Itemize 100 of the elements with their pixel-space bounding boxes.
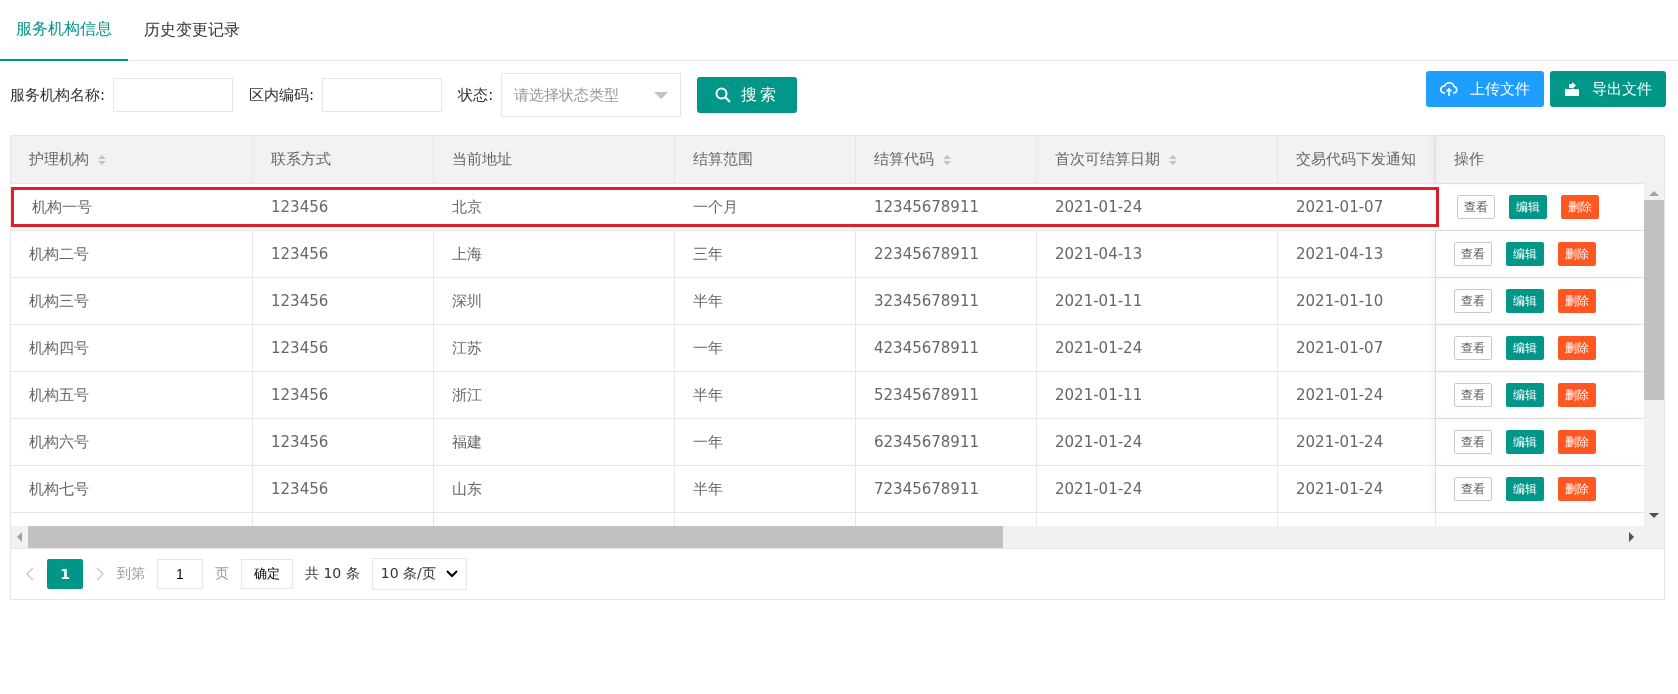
- column-header: 结算范围: [675, 136, 856, 183]
- table-cell: 2021-01-24: [1037, 325, 1278, 371]
- input-field[interactable]: [113, 78, 234, 112]
- table-cell: 一年: [675, 419, 856, 465]
- table-cell-text: 一个月: [692, 196, 739, 218]
- edit-button[interactable]: 编辑: [1506, 430, 1544, 454]
- delete-button[interactable]: 删除: [1558, 383, 1596, 407]
- edit-button[interactable]: 编辑: [1506, 477, 1544, 501]
- table-cell: 机构三号: [11, 278, 253, 324]
- table-cell: 2021-01-24: [1037, 419, 1278, 465]
- table-cell: 一年: [675, 325, 856, 371]
- table-cell: 2021-04-13: [1278, 231, 1436, 277]
- table-cell-text: 北京: [451, 196, 483, 218]
- view-button[interactable]: 查看: [1457, 195, 1495, 219]
- table-cell: 三年: [675, 231, 856, 277]
- input-field[interactable]: [322, 78, 443, 112]
- page-unit: 页: [215, 565, 229, 583]
- edit-button[interactable]: 编辑: [1506, 383, 1544, 407]
- table-cell: 2021-01-24: [1278, 372, 1436, 418]
- delete-button[interactable]: 删除: [1558, 477, 1596, 501]
- table-cell: 机构六号: [11, 419, 253, 465]
- table-cell: 2021-01-10: [1278, 278, 1436, 324]
- horizontal-scrollbar[interactable]: [11, 526, 1664, 548]
- table-cell-text: 12345678911: [873, 197, 980, 218]
- table-cell: 62345678911: [856, 419, 1037, 465]
- delete-button[interactable]: 删除: [1558, 336, 1596, 360]
- delete-button[interactable]: 删除: [1558, 242, 1596, 266]
- column-header: 结算代码: [856, 136, 1037, 183]
- table-cell: 深圳: [434, 278, 675, 324]
- tab[interactable]: 历史变更记录: [128, 0, 256, 60]
- delete-button[interactable]: 删除: [1558, 289, 1596, 313]
- sort-icon[interactable]: [97, 152, 107, 167]
- table-cell: 半年: [675, 466, 856, 512]
- page-number[interactable]: 1: [47, 559, 83, 589]
- view-button[interactable]: 查看: [1454, 383, 1492, 407]
- export-button[interactable]: 导出文件: [1550, 71, 1666, 107]
- table-cell: 半年: [675, 372, 856, 418]
- table-cell: 52345678911: [856, 372, 1037, 418]
- chevron-down-icon: [445, 570, 458, 578]
- view-button[interactable]: 查看: [1454, 430, 1492, 454]
- column-header: 操作: [1436, 136, 1646, 183]
- table-cell: 42345678911: [856, 325, 1037, 371]
- filter-label: 区内编码:: [249, 85, 315, 105]
- sort-icon[interactable]: [1168, 152, 1178, 167]
- total-count: 共 10 条: [305, 565, 360, 583]
- next-page-icon[interactable]: [95, 566, 105, 582]
- search-icon: [715, 87, 732, 103]
- view-button[interactable]: 查看: [1454, 477, 1492, 501]
- search-button[interactable]: 搜索: [697, 77, 798, 113]
- edit-button[interactable]: 编辑: [1506, 242, 1544, 266]
- view-button[interactable]: 查看: [1454, 336, 1492, 360]
- table-cell: 2021-01-24: [1278, 419, 1436, 465]
- table-cell: 机构二号: [11, 231, 253, 277]
- table-cell: 2021-01-11: [1037, 278, 1278, 324]
- upload-button[interactable]: 上传文件: [1426, 71, 1544, 107]
- previous-page-icon[interactable]: [25, 566, 35, 582]
- table-cell: 2021-01-24: [1037, 466, 1278, 512]
- export-icon: [1564, 81, 1580, 97]
- table-cell: 123456: [253, 325, 434, 371]
- table-cell: 123456: [253, 466, 434, 512]
- table-cell: 2021-01-24: [1278, 466, 1436, 512]
- edit-button[interactable]: 编辑: [1506, 336, 1544, 360]
- table-cell: 山东: [434, 466, 675, 512]
- column-header: 当前地址: [434, 136, 675, 183]
- filter-label: 状态:: [458, 85, 494, 105]
- edit-button[interactable]: 编辑: [1509, 195, 1547, 219]
- table-cell: 2021-01-11: [1037, 372, 1278, 418]
- column-header: 交易代码下发通知: [1278, 136, 1436, 183]
- view-button[interactable]: 查看: [1454, 289, 1492, 313]
- confirm-button[interactable]: 确定: [241, 559, 293, 589]
- column-header: 首次可结算日期: [1037, 136, 1278, 183]
- table-cell: 上海: [434, 231, 675, 277]
- table-cell: 123456: [253, 231, 434, 277]
- edit-button[interactable]: 编辑: [1506, 289, 1544, 313]
- table-cell: 2021-01-07: [1278, 325, 1436, 371]
- page-input[interactable]: 1: [157, 559, 203, 589]
- table-cell-text: 机构一号: [31, 196, 93, 218]
- sort-icon[interactable]: [942, 152, 952, 167]
- table-cell: 机构七号: [11, 466, 253, 512]
- table-cell: 半年: [675, 278, 856, 324]
- goto-label: 到第: [117, 565, 145, 583]
- table-cell: 123456: [253, 278, 434, 324]
- table-cell: 福建: [434, 419, 675, 465]
- delete-button[interactable]: 删除: [1558, 430, 1596, 454]
- tab[interactable]: 服务机构信息: [0, 0, 128, 61]
- column-header: 联系方式: [253, 136, 434, 183]
- filter-label: 服务机构名称:: [10, 85, 106, 105]
- table-cell: 123456: [253, 419, 434, 465]
- delete-button[interactable]: 删除: [1561, 195, 1599, 219]
- table-cell: 22345678911: [856, 231, 1037, 277]
- table-cell: 2021-04-13: [1037, 231, 1278, 277]
- table-cell-text: 2021-01-24: [1054, 197, 1144, 218]
- status-select[interactable]: 请选择状态类型: [501, 73, 682, 117]
- table-cell: 浙江: [434, 372, 675, 418]
- cloud-upload-icon: [1440, 81, 1458, 97]
- page-size-select[interactable]: 10 条/页: [371, 558, 467, 590]
- view-button[interactable]: 查看: [1454, 242, 1492, 266]
- table-cell: 机构五号: [11, 372, 253, 418]
- table-cell: 江苏: [434, 325, 675, 371]
- table-cell: 32345678911: [856, 278, 1037, 324]
